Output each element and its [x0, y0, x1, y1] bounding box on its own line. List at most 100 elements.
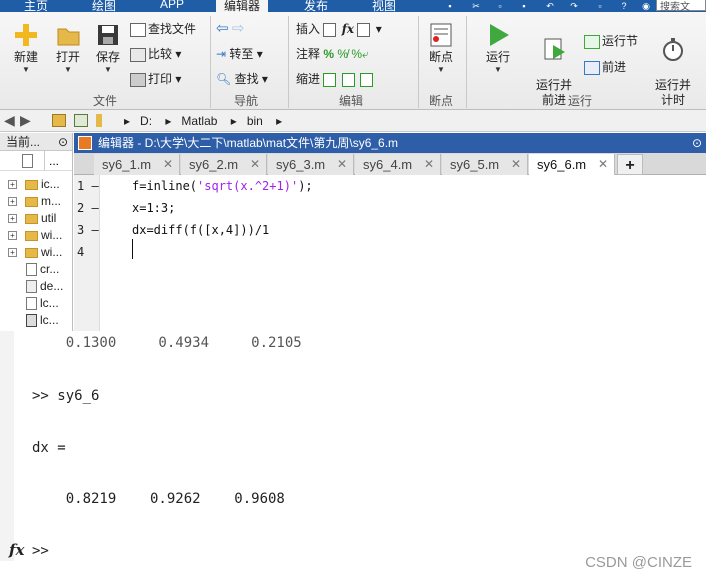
open-button[interactable]: 打开 ▼: [50, 22, 86, 75]
command-prompt[interactable]: >>: [32, 543, 49, 559]
plus-icon[interactable]: +: [8, 180, 17, 190]
tab-sy6-3[interactable]: sy6_3.m ✕: [268, 154, 354, 175]
fx-icon[interactable]: fx: [342, 22, 354, 36]
tab-editor[interactable]: 编辑器: [216, 0, 269, 12]
file-item[interactable]: de...: [0, 278, 73, 295]
breadcrumb-arrow: ▸: [165, 114, 172, 128]
up-folder-icon[interactable]: [52, 114, 66, 127]
arrow-left-icon[interactable]: ⇦: [216, 20, 229, 37]
tab-publish[interactable]: 发布: [304, 0, 328, 12]
insert-button[interactable]: 插入 fx ▾: [296, 20, 382, 38]
folder-item[interactable]: + util: [0, 210, 73, 227]
smart-indent-icon[interactable]: [323, 72, 337, 87]
close-icon[interactable]: ✕: [337, 154, 347, 175]
options-icon[interactable]: ◉: [640, 0, 652, 12]
browse-folder-icon[interactable]: [74, 114, 88, 127]
indent-button[interactable]: 缩进: [296, 70, 375, 88]
help-icon[interactable]: ?: [618, 0, 630, 12]
folder-icon: [25, 247, 38, 258]
run-and-time-button[interactable]: 运行并 计时: [650, 22, 696, 123]
redo-quick-icon[interactable]: ↷: [568, 0, 580, 12]
breadcrumb-bin[interactable]: bin: [247, 114, 263, 128]
plus-icon[interactable]: +: [8, 248, 17, 258]
tab-sy6-5[interactable]: sy6_5.m ✕: [442, 154, 528, 175]
arrow-right-icon[interactable]: ⇨: [232, 20, 245, 37]
group-separator: [418, 16, 419, 108]
tab-sy6-4[interactable]: sy6_4.m ✕: [355, 154, 441, 175]
undo-quick-icon[interactable]: ↶: [544, 0, 556, 12]
breakpoint-button[interactable]: 断点 ▼: [422, 22, 460, 75]
close-icon[interactable]: ✕: [250, 154, 260, 175]
tab-home[interactable]: 主页: [24, 0, 48, 12]
file-item[interactable]: cr...: [0, 261, 73, 278]
indent-icon[interactable]: [341, 72, 355, 87]
group-separator: [466, 16, 467, 108]
new-button[interactable]: 新建 ▼: [8, 22, 44, 75]
tab-sy6-2[interactable]: sy6_2.m ✕: [181, 154, 267, 175]
run-button[interactable]: 运行 ▼: [478, 22, 518, 75]
output-variable: dx =: [32, 440, 66, 456]
new-tab-button[interactable]: +: [617, 154, 643, 175]
file-item[interactable]: lc...: [0, 312, 73, 329]
save-quick-icon[interactable]: ▪: [444, 0, 456, 12]
plus-icon[interactable]: +: [8, 231, 17, 241]
wrap-comment-icon[interactable]: %⤶: [351, 47, 368, 61]
tab-plots[interactable]: 绘图: [92, 0, 116, 12]
outdent-icon[interactable]: [360, 72, 374, 87]
editor-panel: 编辑器 - D:\大学\大二下\matlab\mat文件\第九周\sy6_6.m…: [74, 133, 706, 331]
paste-quick-icon[interactable]: ▪: [518, 0, 530, 12]
folder-item[interactable]: + ic...: [0, 176, 73, 193]
tab-sy6-1[interactable]: sy6_1.m ✕: [94, 154, 180, 175]
breadcrumb-matlab[interactable]: Matlab: [181, 114, 217, 128]
search-input[interactable]: 搜索文: [656, 0, 706, 12]
find-files-button[interactable]: 查找文件: [130, 20, 196, 38]
run-section-button[interactable]: 运行节: [584, 32, 638, 50]
find-button[interactable]: 🔍︎ 查找 ▾: [216, 70, 268, 88]
editor-title-bar: 编辑器 - D:\大学\大二下\matlab\mat文件\第九周\sy6_6.m…: [74, 133, 706, 153]
uncomment-icon[interactable]: %̸: [337, 47, 348, 61]
plus-icon[interactable]: +: [8, 214, 17, 224]
nav-group-label: 导航: [233, 94, 258, 108]
function-icon[interactable]: [357, 22, 371, 37]
tab-view[interactable]: 视图: [372, 0, 396, 12]
folder-item[interactable]: + m...: [0, 193, 73, 210]
back-forward-buttons[interactable]: ⇦ ⇨: [216, 20, 245, 38]
folder-item[interactable]: + wi...: [0, 227, 73, 244]
group-separator: [288, 16, 289, 108]
folder-item[interactable]: + wi...: [0, 244, 73, 261]
expand-panel-icon[interactable]: ⊙: [58, 133, 68, 151]
chevron-down-icon: ▼: [494, 65, 502, 74]
arrow-right-icon[interactable]: ▶: [20, 112, 31, 129]
fx-icon[interactable]: fx: [9, 541, 24, 559]
tab-sy6-6[interactable]: sy6_6.m ✕: [529, 154, 615, 175]
file-item[interactable]: lc...: [0, 295, 73, 312]
compare-icon: [130, 47, 146, 62]
breadcrumb-drive[interactable]: D:: [140, 114, 152, 128]
command-window[interactable]: 0.1300 0.4934 0.2105 >> sy6_6 dx = 0.821…: [0, 331, 706, 581]
copy-quick-icon[interactable]: ▫: [494, 0, 506, 12]
cut-quick-icon[interactable]: ✂: [470, 0, 482, 12]
close-icon[interactable]: ✕: [424, 154, 434, 175]
goto-button[interactable]: ⇥ 转至 ▾: [216, 45, 263, 63]
name-column-header[interactable]: ...: [44, 151, 59, 171]
file-icon: [26, 280, 37, 294]
save-button[interactable]: 保存 ▼: [90, 22, 126, 75]
print-button[interactable]: 打印 ▾: [130, 70, 181, 88]
compare-button[interactable]: 比较 ▾: [130, 45, 181, 63]
breadcrumb-arrow: ▸: [124, 114, 131, 128]
switch-window-icon[interactable]: ▫: [594, 0, 606, 12]
arrow-left-icon[interactable]: ◀: [4, 112, 15, 129]
plus-icon[interactable]: +: [8, 197, 17, 207]
current-folder-pane: 当前... ⊙ ... + ic... + m... + util + wi... + w…: [0, 133, 73, 331]
line-number-gutter: 1 — 2 — 3 — 4: [74, 175, 100, 331]
comment-button[interactable]: 注释 % %̸ %⤶: [296, 45, 369, 63]
tab-apps[interactable]: APP: [160, 0, 184, 11]
close-icon[interactable]: ✕: [163, 154, 173, 175]
breakpoint-group-label: 断点: [428, 94, 453, 108]
close-icon[interactable]: ✕: [598, 154, 608, 175]
previous-output-line: 0.1300 0.4934 0.2105: [32, 335, 302, 351]
advance-button[interactable]: 前进: [584, 58, 626, 76]
close-icon[interactable]: ✕: [511, 154, 521, 175]
group-separator: [210, 16, 211, 108]
expand-panel-icon[interactable]: ⊙: [692, 133, 702, 153]
